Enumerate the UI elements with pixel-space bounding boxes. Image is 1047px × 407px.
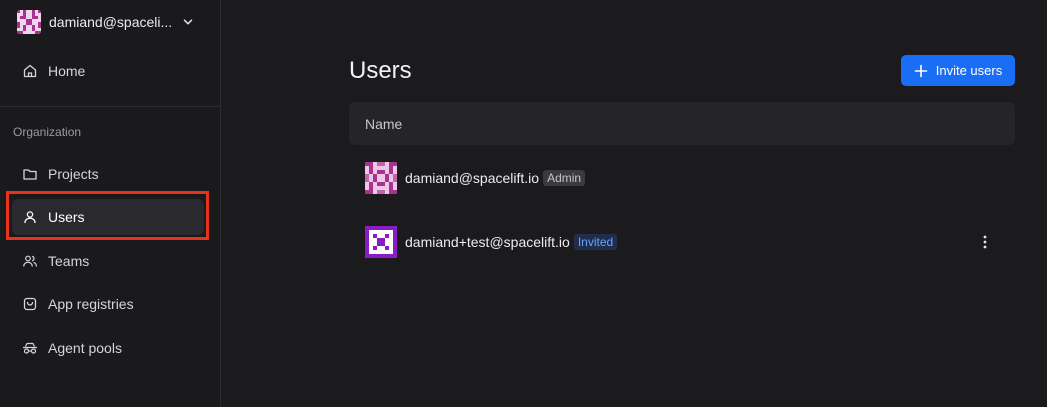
sidebar-item-label: Agent pools xyxy=(48,340,122,356)
agent-pool-icon xyxy=(22,342,38,354)
role-badge: Admin xyxy=(543,170,586,186)
page-title: Users xyxy=(349,57,412,84)
table-row[interactable]: damiand@spacelift.io Admin xyxy=(349,153,1015,203)
user-avatar xyxy=(365,162,397,194)
home-icon xyxy=(23,64,37,78)
sidebar: damiand@spaceli... Home Organization Pro… xyxy=(0,0,221,407)
sidebar-item-label: Home xyxy=(48,63,86,79)
sidebar-item-label: App registries xyxy=(48,296,134,312)
plus-icon xyxy=(914,64,928,77)
sidebar-divider xyxy=(0,106,221,107)
column-header-name: Name xyxy=(365,115,403,132)
more-options-icon[interactable] xyxy=(977,234,993,250)
folder-icon xyxy=(23,169,37,180)
user-icon xyxy=(24,211,36,224)
user-email: damiand@spacelift.io xyxy=(405,170,540,186)
invite-users-label: Invite users xyxy=(935,63,1003,78)
user-avatar xyxy=(365,226,397,258)
chevron-down-icon xyxy=(183,19,193,25)
sidebar-item-app-registries[interactable]: App registries xyxy=(12,286,204,322)
sidebar-item-users[interactable]: Users xyxy=(12,199,204,235)
sidebar-item-home[interactable]: Home xyxy=(12,53,204,89)
sidebar-item-agent-pools[interactable]: Agent pools xyxy=(12,330,204,366)
table-row[interactable]: damiand+test@spacelift.io Invited xyxy=(349,217,1015,267)
sidebar-section-label: Organization xyxy=(13,125,82,139)
sidebar-item-label: Projects xyxy=(48,166,99,182)
sidebar-item-teams[interactable]: Teams xyxy=(12,243,204,279)
invite-users-button[interactable]: Invite users xyxy=(901,55,1015,86)
sidebar-item-projects[interactable]: Projects xyxy=(12,156,204,192)
team-icon xyxy=(23,255,37,267)
app-registry-icon xyxy=(23,297,37,311)
sidebar-item-label: Teams xyxy=(48,253,90,269)
user-email: damiand+test@spacelift.io xyxy=(405,234,570,250)
table-header: Name xyxy=(349,102,1015,145)
sidebar-item-label: Users xyxy=(48,209,85,225)
status-badge: Invited xyxy=(573,234,618,250)
account-name: damiand@spaceli... xyxy=(49,14,173,30)
account-avatar xyxy=(17,10,41,34)
account-switcher[interactable]: damiand@spaceli... xyxy=(17,10,207,34)
